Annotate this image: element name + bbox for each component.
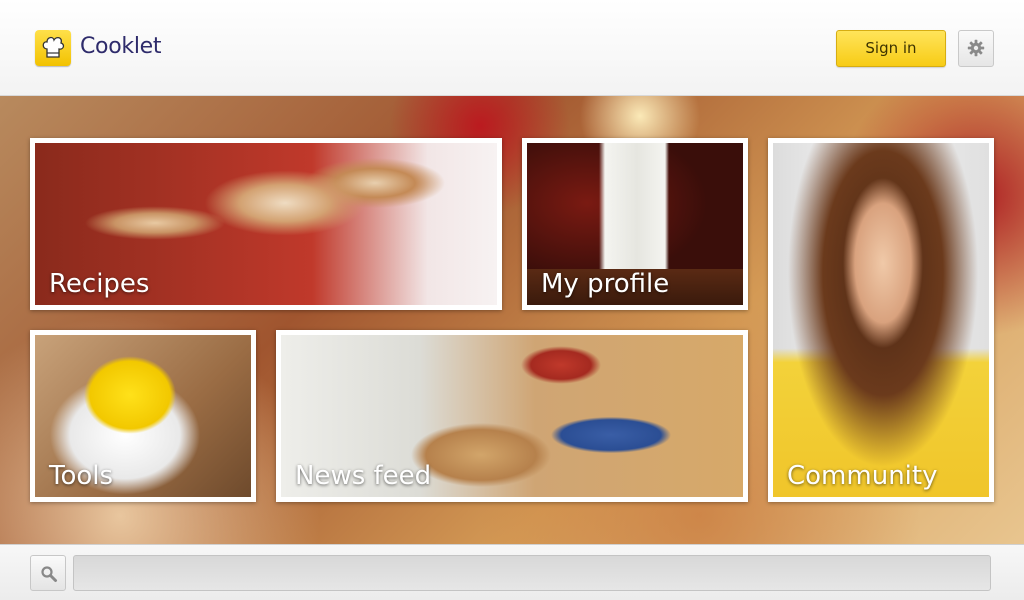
tile-label: Community	[787, 461, 938, 491]
home-tiles-area: Recipes My profile Community Tools News …	[0, 96, 1024, 544]
tile-label: Tools	[49, 461, 114, 491]
tile-label: Recipes	[49, 269, 150, 299]
tile-label: My profile	[541, 269, 670, 299]
tile-my-profile[interactable]: My profile	[522, 138, 748, 310]
search-icon	[41, 566, 57, 582]
tile-recipes[interactable]: Recipes	[30, 138, 502, 310]
settings-button[interactable]	[958, 30, 994, 67]
tile-label: News feed	[295, 461, 432, 491]
gear-icon	[967, 39, 985, 57]
chef-hat-icon	[35, 30, 71, 66]
app-header: Cooklet Sign in	[0, 0, 1024, 96]
app-name: Cooklet	[80, 34, 162, 59]
search-button[interactable]	[30, 555, 66, 591]
community-photo	[773, 143, 989, 497]
search-input[interactable]	[73, 555, 991, 591]
sign-in-button[interactable]: Sign in	[836, 30, 946, 67]
tile-community[interactable]: Community	[768, 138, 994, 502]
tile-tools[interactable]: Tools	[30, 330, 256, 502]
tile-news-feed[interactable]: News feed	[276, 330, 748, 502]
search-bar	[0, 544, 1024, 600]
